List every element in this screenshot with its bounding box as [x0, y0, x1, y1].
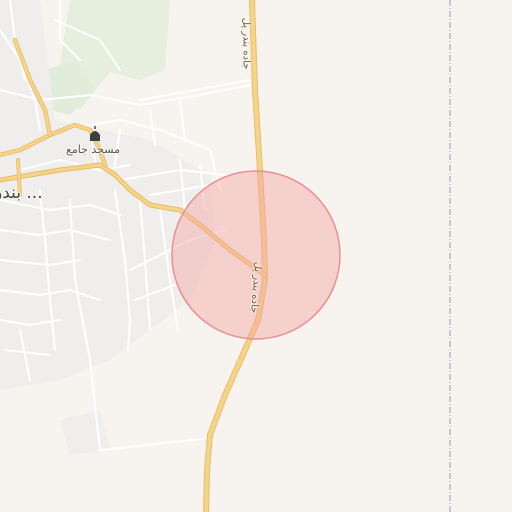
map-view[interactable]: مسجد جامع بندر ... جاده بندر پل جاده بند…: [0, 0, 512, 512]
road-label-north: جاده بندر پل: [240, 17, 252, 70]
mosque-label[interactable]: مسجد جامع: [66, 143, 120, 156]
map-canvas: [0, 0, 512, 512]
town-label[interactable]: بندر ...: [0, 183, 43, 203]
